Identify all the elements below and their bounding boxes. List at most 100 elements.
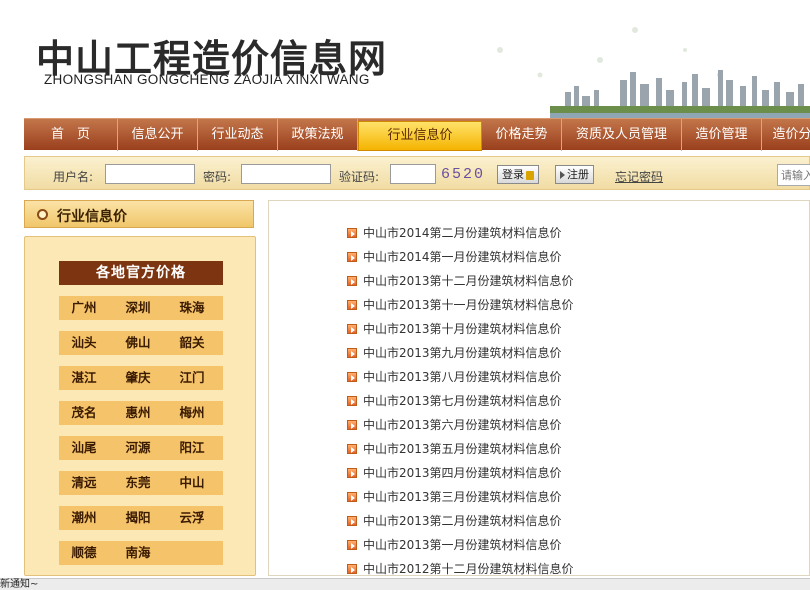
city-link[interactable]: 汕尾: [59, 436, 109, 460]
city-link[interactable]: 茂名: [59, 401, 109, 425]
captcha-label: 验证码:: [339, 170, 380, 184]
city-link[interactable]: [167, 541, 217, 565]
site-header: 中山工程造价信息网 ZHONGSHAN GONGCHENG ZAOJIA XIN…: [0, 0, 810, 118]
login-bar: 用户名: 密码: 验证码: 6520 登录 注册 忘记密码: [24, 156, 810, 190]
city-link[interactable]: 潮州: [59, 506, 109, 530]
page: 中山工程造价信息网 ZHONGSHAN GONGCHENG ZAOJIA XIN…: [0, 0, 810, 590]
nav-industry-news[interactable]: 行业动态: [198, 119, 278, 151]
city-link[interactable]: 顺德: [59, 541, 109, 565]
nav-cost-analysis[interactable]: 造价分: [762, 119, 810, 151]
city-link[interactable]: 惠州: [113, 401, 163, 425]
doc-bullet-icon: [347, 396, 357, 406]
city-link[interactable]: 韶关: [167, 331, 217, 355]
city-row: 茂名 惠州 梅州: [59, 401, 223, 425]
nav-cost-management[interactable]: 造价管理: [682, 119, 762, 151]
city-link[interactable]: 阳江: [167, 436, 217, 460]
status-text: 新通知~: [0, 579, 39, 590]
list-item-link[interactable]: 中山市2013第十二月份建筑材料信息价: [363, 273, 574, 289]
list-item-link[interactable]: 中山市2013第六月份建筑材料信息价: [363, 417, 562, 433]
doc-bullet-icon: [347, 444, 357, 454]
city-row: 顺德 南海: [59, 541, 223, 565]
city-skyline-image: [497, 27, 810, 118]
nav-info-public[interactable]: 信息公开: [118, 119, 198, 151]
list-item-link[interactable]: 中山市2013第一月份建筑材料信息价: [363, 537, 562, 553]
list-item-link[interactable]: 中山市2013第四月份建筑材料信息价: [363, 465, 562, 481]
city-row: 湛江 肇庆 江门: [59, 366, 223, 390]
list-item-link[interactable]: 中山市2013第九月份建筑材料信息价: [363, 345, 562, 361]
city-link[interactable]: 河源: [113, 436, 163, 460]
list-item-link[interactable]: 中山市2012第十二月份建筑材料信息价: [363, 561, 574, 575]
nav-industry-price[interactable]: 行业信息价: [358, 121, 482, 151]
nav-price-trend[interactable]: 价格走势: [482, 119, 562, 151]
city-link[interactable]: 汕头: [59, 331, 109, 355]
doc-bullet-icon: [347, 348, 357, 358]
city-link[interactable]: 云浮: [167, 506, 217, 530]
nav-home[interactable]: 首 页: [24, 119, 118, 151]
doc-bullet-icon: [347, 252, 357, 262]
list-item-link[interactable]: 中山市2014第一月份建筑材料信息价: [363, 249, 562, 265]
city-link[interactable]: 广州: [59, 296, 109, 320]
city-link[interactable]: 湛江: [59, 366, 109, 390]
price-info-list: 中山市2014第二月份建筑材料信息价 中山市2014第一月份建筑材料信息价 中山…: [268, 200, 810, 576]
doc-bullet-icon: [347, 516, 357, 526]
list-item-link[interactable]: 中山市2013第十一月份建筑材料信息价: [363, 297, 574, 313]
captcha-input[interactable]: [390, 164, 436, 184]
list-item-link[interactable]: 中山市2013第十月份建筑材料信息价: [363, 321, 562, 337]
city-link[interactable]: 梅州: [167, 401, 217, 425]
login-button[interactable]: 登录: [497, 165, 539, 184]
doc-bullet-icon: [347, 300, 357, 310]
city-row: 潮州 揭阳 云浮: [59, 506, 223, 530]
register-button[interactable]: 注册: [555, 165, 594, 184]
city-link[interactable]: 中山: [167, 471, 217, 495]
site-subtitle: ZHONGSHAN GONGCHENG ZAOJIA XINXI WANG: [44, 72, 370, 87]
doc-bullet-icon: [347, 420, 357, 430]
nav-policy[interactable]: 政策法规: [278, 119, 358, 151]
captcha-image[interactable]: 6520: [441, 166, 485, 183]
username-input[interactable]: [105, 164, 195, 184]
city-price-panel: 各地官方价格 广州 深圳 珠海 汕头 佛山 韶关 湛江 肇庆 江门 茂名 惠州 …: [24, 236, 256, 576]
main-nav: 首 页 信息公开 行业动态 政策法规 行业信息价 价格走势 资质及人员管理 造价…: [24, 118, 810, 151]
city-row: 清远 东莞 中山: [59, 471, 223, 495]
city-row: 汕头 佛山 韶关: [59, 331, 223, 355]
forgot-password-link[interactable]: 忘记密码: [615, 168, 663, 185]
doc-bullet-icon: [347, 564, 357, 574]
username-label: 用户名:: [53, 170, 94, 184]
city-panel-title: 各地官方价格: [59, 261, 223, 285]
arrow-right-icon: [560, 171, 565, 179]
city-link[interactable]: 珠海: [167, 296, 217, 320]
list-item-link[interactable]: 中山市2013第三月份建筑材料信息价: [363, 489, 562, 505]
city-link[interactable]: 揭阳: [113, 506, 163, 530]
city-link[interactable]: 江门: [167, 366, 217, 390]
circle-bullet-icon: [37, 209, 48, 220]
doc-bullet-icon: [347, 276, 357, 286]
lock-icon: [526, 170, 534, 180]
sidebar-header: 行业信息价: [24, 200, 254, 228]
list-item-link[interactable]: 中山市2013第八月份建筑材料信息价: [363, 369, 562, 385]
city-row: 汕尾 河源 阳江: [59, 436, 223, 460]
doc-bullet-icon: [347, 540, 357, 550]
list-item-link[interactable]: 中山市2013第二月份建筑材料信息价: [363, 513, 562, 529]
city-link[interactable]: 肇庆: [113, 366, 163, 390]
list-item-link[interactable]: 中山市2013第五月份建筑材料信息价: [363, 441, 562, 457]
doc-bullet-icon: [347, 468, 357, 478]
status-bar: 新通知~: [0, 578, 810, 590]
doc-bullet-icon: [347, 372, 357, 382]
city-link[interactable]: 深圳: [113, 296, 163, 320]
search-input[interactable]: [777, 164, 810, 186]
doc-bullet-icon: [347, 492, 357, 502]
city-link[interactable]: 南海: [113, 541, 163, 565]
city-link[interactable]: 佛山: [113, 331, 163, 355]
doc-bullet-icon: [347, 324, 357, 334]
password-input[interactable]: [241, 164, 331, 184]
list-item-link[interactable]: 中山市2014第二月份建筑材料信息价: [363, 225, 562, 241]
nav-qualification[interactable]: 资质及人员管理: [562, 119, 682, 151]
sidebar-header-title: 行业信息价: [57, 209, 127, 225]
password-label: 密码:: [203, 170, 232, 184]
login-button-label: 登录: [502, 168, 524, 181]
city-row: 广州 深圳 珠海: [59, 296, 223, 320]
doc-bullet-icon: [347, 228, 357, 238]
register-button-label: 注册: [567, 168, 589, 181]
list-item-link[interactable]: 中山市2013第七月份建筑材料信息价: [363, 393, 562, 409]
city-link[interactable]: 清远: [59, 471, 109, 495]
city-link[interactable]: 东莞: [113, 471, 163, 495]
